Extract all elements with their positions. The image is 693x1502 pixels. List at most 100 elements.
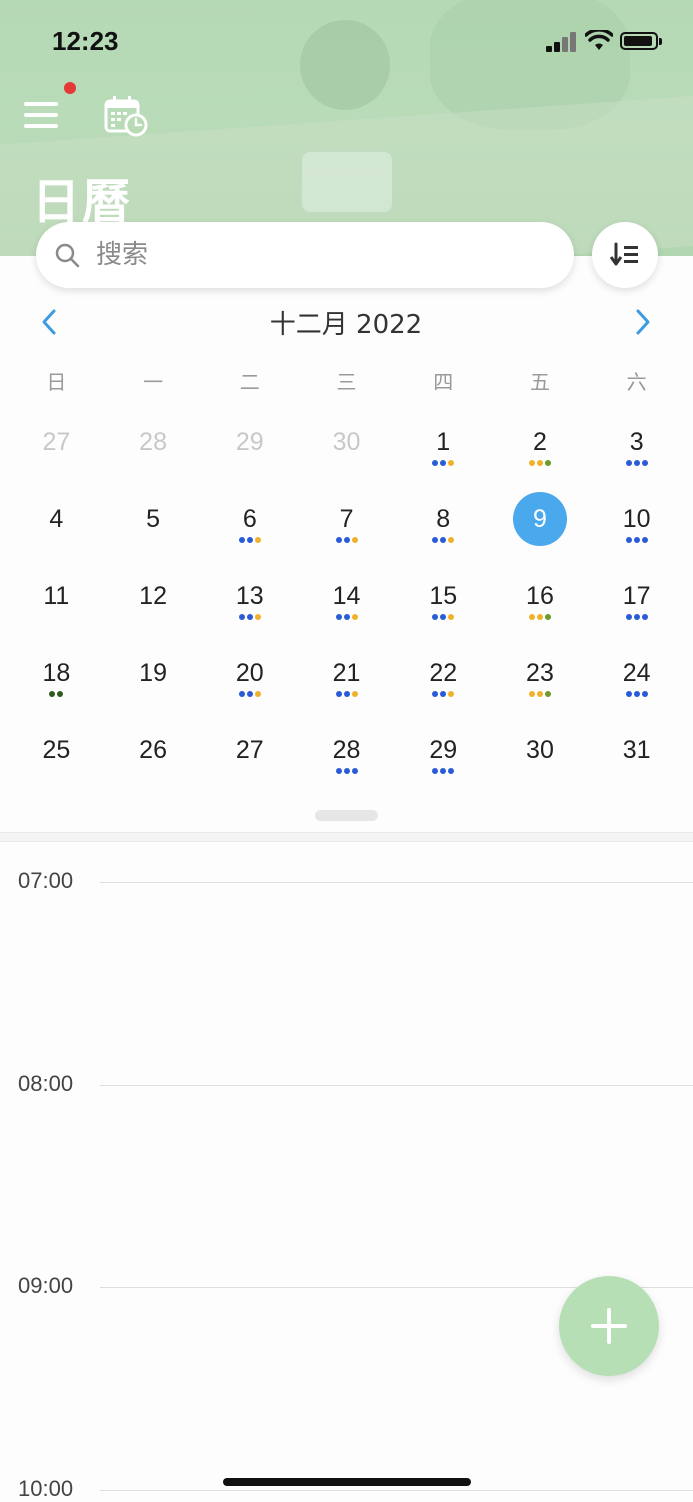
calendar-day[interactable]: 10	[588, 489, 685, 566]
calendar-clock-icon	[104, 96, 148, 137]
day-number: 9	[512, 492, 567, 546]
calendar-day[interactable]: 7	[298, 489, 395, 566]
calendar-day[interactable]: 28	[105, 412, 202, 489]
calendar-day[interactable]: 29	[201, 412, 298, 489]
calendar-day[interactable]: 28	[298, 720, 395, 797]
day-number: 17	[622, 582, 651, 610]
day-number: 14	[332, 582, 361, 610]
hour-label: 07:00	[18, 868, 74, 893]
event-dot	[440, 460, 447, 466]
search-bar[interactable]	[36, 222, 574, 288]
calendar-drag-handle[interactable]	[315, 810, 378, 821]
event-dot	[625, 460, 632, 466]
calendar-day[interactable]: 20	[201, 643, 298, 720]
event-dot	[440, 691, 447, 697]
day-number: 10	[622, 505, 651, 533]
calendar-day[interactable]: 13	[201, 566, 298, 643]
calendar-day[interactable]: 30	[298, 412, 395, 489]
plus-icon	[591, 1308, 627, 1344]
calendar-day[interactable]: 22	[395, 643, 492, 720]
calendar-day[interactable]: 14	[298, 566, 395, 643]
day-number: 6	[242, 505, 257, 533]
event-dot	[432, 614, 439, 620]
event-dot	[440, 537, 447, 543]
day-number: 19	[139, 659, 167, 687]
day-number: 27	[235, 736, 264, 764]
day-timeline[interactable]: 07:00 08:00 09:00 10:00	[0, 841, 693, 1501]
calendar-day[interactable]: 30	[492, 720, 589, 797]
search-input[interactable]	[94, 239, 518, 271]
calendar-day[interactable]: 6	[201, 489, 298, 566]
event-indicator-dots	[492, 691, 589, 697]
event-indicator-dots	[395, 614, 492, 620]
weekday-label: 二	[239, 370, 260, 394]
add-event-button[interactable]	[559, 1276, 659, 1376]
event-dot	[432, 537, 439, 543]
event-indicator-dots	[201, 537, 298, 543]
event-indicator-dots	[395, 460, 492, 466]
calendar-day[interactable]: 23	[492, 643, 589, 720]
calendar-day[interactable]: 3	[588, 412, 685, 489]
calendar-day[interactable]: 12	[105, 566, 202, 643]
event-dot	[432, 768, 439, 774]
day-number: 20	[235, 659, 264, 687]
event-dot	[238, 691, 245, 697]
day-number: 25	[42, 736, 71, 764]
calendar-day[interactable]: 11	[8, 566, 105, 643]
sort-button[interactable]	[592, 222, 658, 288]
calendar-day[interactable]: 21	[298, 643, 395, 720]
calendar-day[interactable]: 4	[8, 489, 105, 566]
event-dot	[633, 614, 640, 620]
calendar-day[interactable]: 2	[492, 412, 589, 489]
calendar-day[interactable]: 26	[105, 720, 202, 797]
search-icon	[55, 243, 80, 268]
event-dot	[448, 537, 455, 543]
event-dot	[335, 537, 342, 543]
event-dot	[254, 691, 261, 697]
event-dot	[343, 614, 350, 620]
calendar-day[interactable]: 8	[395, 489, 492, 566]
day-number: 15	[429, 582, 458, 610]
event-dot	[633, 537, 640, 543]
event-dot	[335, 614, 342, 620]
weekday-label: 日	[46, 370, 67, 394]
calendar-day[interactable]: 27	[201, 720, 298, 797]
calendar-clock-button[interactable]	[104, 94, 148, 138]
event-dot	[544, 614, 551, 620]
event-dot	[536, 691, 543, 697]
day-number: 16	[526, 582, 554, 610]
calendar-day[interactable]: 19	[105, 643, 202, 720]
day-number: 27	[42, 428, 71, 456]
calendar-day[interactable]: 18	[8, 643, 105, 720]
next-month-button[interactable]	[628, 305, 658, 339]
calendar-day[interactable]: 17	[588, 566, 685, 643]
calendar-day[interactable]: 16	[492, 566, 589, 643]
day-number: 22	[429, 659, 458, 687]
event-indicator-dots	[395, 537, 492, 543]
event-dot	[254, 537, 261, 543]
calendar-day[interactable]: 15	[395, 566, 492, 643]
calendar-day[interactable]: 5	[105, 489, 202, 566]
sort-list-icon	[610, 242, 638, 266]
calendar-day[interactable]: 27	[8, 412, 105, 489]
event-dot	[440, 768, 447, 774]
event-dot	[448, 460, 455, 466]
calendar-week-row: 18 19 20 21 22 23 24	[8, 643, 685, 720]
calendar-day-selected[interactable]: 9	[492, 489, 589, 566]
menu-button[interactable]	[24, 100, 60, 130]
event-dot	[351, 768, 358, 774]
notification-badge	[64, 82, 76, 94]
calendar-day[interactable]: 24	[588, 643, 685, 720]
calendar-day[interactable]: 25	[8, 720, 105, 797]
calendar-day[interactable]: 31	[588, 720, 685, 797]
event-indicator-dots	[201, 691, 298, 697]
calendar-day[interactable]: 29	[395, 720, 492, 797]
calendar-day[interactable]: 1	[395, 412, 492, 489]
event-dot	[625, 537, 632, 543]
event-indicator-dots	[395, 768, 492, 774]
previous-month-button[interactable]	[34, 305, 64, 339]
day-number: 23	[526, 659, 554, 687]
day-number: 29	[429, 736, 458, 764]
event-dot	[528, 460, 535, 466]
day-number: 28	[332, 736, 361, 764]
